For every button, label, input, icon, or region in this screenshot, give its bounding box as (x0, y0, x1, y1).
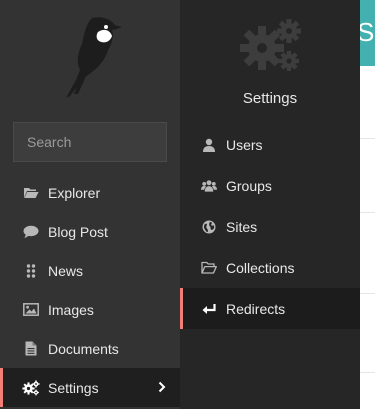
submenu-item-label: Groups (226, 177, 272, 194)
menu-item-images[interactable]: Images (0, 290, 180, 329)
menu-item-news[interactable]: News (0, 251, 180, 290)
submenu-item-collections[interactable]: Collections (180, 247, 360, 288)
main-sidebar: Explorer Blog Post News Images (0, 0, 222, 409)
group-icon (201, 178, 217, 194)
menu-item-label: Blog Post (48, 223, 108, 240)
submenu-item-groups[interactable]: Groups (180, 165, 360, 206)
menu-item-blog-post[interactable]: Blog Post (0, 212, 180, 251)
menu-item-label: Images (48, 301, 94, 318)
search-box (13, 122, 222, 162)
menu-item-explorer[interactable]: Explorer (0, 173, 180, 212)
search-input[interactable] (14, 123, 208, 161)
main-menu: Explorer Blog Post News Images Documents… (0, 173, 180, 407)
speech-bubble-icon (22, 224, 40, 240)
drag-dots-icon (22, 263, 40, 279)
wagtail-logo[interactable] (54, 14, 126, 100)
submenu-item-label: Redirects (226, 300, 286, 317)
chevron-right-icon (158, 380, 166, 398)
folder-open-icon (22, 185, 40, 201)
menu-item-label: News (48, 262, 84, 279)
submenu-item-label: Collections (226, 259, 295, 276)
page-content: S (360, 0, 375, 409)
divider (360, 138, 375, 139)
settings-submenu-list: Users Groups Sites Collections Redirects (180, 124, 360, 329)
settings-submenu: Settings Users Groups Sites Collections … (180, 0, 360, 409)
globe-icon (201, 219, 217, 235)
user-icon (201, 137, 217, 153)
submenu-title: Settings (242, 90, 298, 107)
submenu-item-users[interactable]: Users (180, 124, 360, 165)
submenu-item-label: Sites (226, 218, 258, 235)
submenu-item-label: Users (226, 136, 263, 153)
cogs-icon (240, 18, 302, 74)
menu-item-settings[interactable]: Settings (0, 368, 180, 407)
divider (360, 212, 375, 213)
menu-item-label: Documents (48, 340, 119, 357)
image-icon (22, 302, 40, 318)
redirect-arrow-icon (201, 301, 217, 317)
divider (360, 293, 375, 294)
menu-item-label: Settings (48, 379, 99, 396)
submenu-item-sites[interactable]: Sites (180, 206, 360, 247)
folder-outline-icon (201, 260, 217, 276)
divider (360, 372, 375, 373)
page-header: S (360, 0, 375, 66)
cogs-icon (22, 379, 40, 396)
submenu-item-redirects[interactable]: Redirects (180, 288, 360, 329)
wagtail-bird-icon (66, 17, 122, 98)
page-header-title: S (360, 17, 375, 47)
menu-item-documents[interactable]: Documents (0, 329, 180, 368)
document-icon (22, 341, 40, 357)
menu-item-label: Explorer (48, 184, 101, 201)
